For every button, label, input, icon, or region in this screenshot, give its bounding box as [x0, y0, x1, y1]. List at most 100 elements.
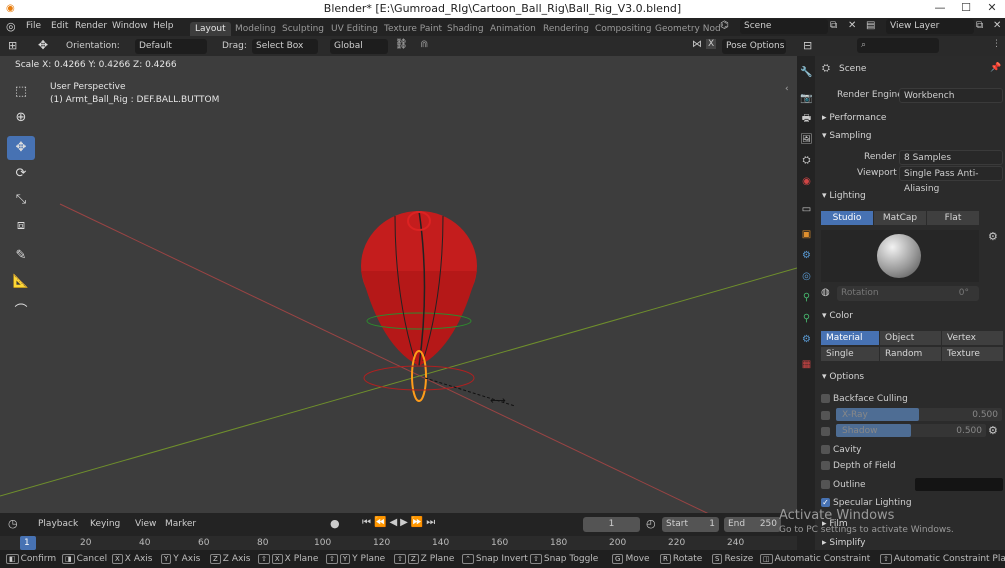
- object-tab-icon[interactable]: ▣: [800, 228, 813, 241]
- pin-icon[interactable]: 📌: [990, 63, 1001, 73]
- lighting-matcap-button[interactable]: MatCap: [874, 211, 926, 225]
- menu-window[interactable]: Window: [112, 21, 148, 31]
- tab-compositing[interactable]: Compositing: [590, 22, 656, 36]
- data-tab-icon[interactable]: ⚲: [800, 312, 813, 325]
- world-space-lighting-icon[interactable]: ◍: [821, 287, 830, 298]
- pose-options-dropdown[interactable]: Pose Options: [722, 39, 786, 54]
- cursor-tool-icon[interactable]: ⊕: [7, 106, 35, 130]
- pivot-point-icon[interactable]: ⛓: [395, 39, 408, 50]
- view-layer-tab-icon[interactable]: 🖼: [800, 133, 813, 146]
- outline-color-swatch[interactable]: [915, 478, 1003, 491]
- collection-tab-icon[interactable]: ▭: [800, 203, 813, 216]
- close-button[interactable]: ✕: [979, 0, 1005, 18]
- playback-controls-icon[interactable]: ⏮⏪◀▶⏩⏭: [362, 517, 438, 528]
- tab-sculpting[interactable]: Sculpting: [277, 22, 329, 36]
- transform-tool-icon[interactable]: ⧈: [7, 214, 35, 238]
- studio-light-preview[interactable]: [821, 230, 979, 282]
- texture-tab-icon[interactable]: ▦: [800, 358, 813, 371]
- tab-geometry-nodes[interactable]: Geometry Nod: [650, 22, 726, 36]
- menu-file[interactable]: File: [26, 21, 41, 31]
- rotation-field[interactable]: Rotation 0°: [837, 286, 979, 301]
- shadow-slider[interactable]: Shadow 0.500: [836, 424, 986, 437]
- keying-menu[interactable]: Keying: [90, 519, 120, 529]
- modifier-tab-icon[interactable]: ⚙: [800, 249, 813, 262]
- new-view-layer-icon[interactable]: ⧉: [976, 20, 983, 31]
- 3d-viewport[interactable]: ⟷ Scale X: 0.4266 Y: 0.4266 Z: 0.4266 Us…: [0, 56, 797, 513]
- pin-menu-icon[interactable]: ⋮: [992, 39, 1001, 49]
- end-frame-field[interactable]: End 250: [724, 517, 781, 532]
- tab-uv-editing[interactable]: UV Editing: [326, 22, 383, 36]
- scene-selector[interactable]: Scene: [740, 19, 828, 34]
- tab-animation[interactable]: Animation: [485, 22, 541, 36]
- rotate-tool-icon[interactable]: ⟳: [7, 162, 35, 186]
- menu-help[interactable]: Help: [153, 21, 174, 31]
- maximize-button[interactable]: ☐: [953, 0, 979, 18]
- color-material-button[interactable]: Material: [821, 331, 879, 345]
- annotate-tool-icon[interactable]: ✎: [7, 244, 35, 268]
- collapse-sidebar-icon[interactable]: ‹: [785, 84, 789, 94]
- shadow-checkbox[interactable]: [821, 427, 830, 436]
- output-tab-icon[interactable]: 🖶: [800, 112, 813, 125]
- scale-tool-icon[interactable]: ⤡: [7, 188, 35, 212]
- tool-tab-icon[interactable]: 🔧: [800, 66, 813, 79]
- menu-edit[interactable]: Edit: [51, 21, 68, 31]
- view-layer-selector[interactable]: View Layer: [886, 19, 974, 34]
- bone-size-tool-icon[interactable]: ⌒: [7, 300, 35, 324]
- timeline-editor-type-icon[interactable]: ◷: [8, 517, 18, 530]
- transform-orientation-dropdown[interactable]: Global: [330, 39, 388, 54]
- measure-tool-icon[interactable]: 📐: [7, 270, 35, 294]
- menu-render[interactable]: Render: [75, 21, 107, 31]
- view-menu[interactable]: View: [135, 519, 156, 529]
- blender-menu-icon[interactable]: ◎: [6, 20, 16, 33]
- lighting-flat-button[interactable]: Flat: [927, 211, 979, 225]
- tab-layout[interactable]: Layout: [190, 22, 231, 36]
- tab-modeling[interactable]: Modeling: [230, 22, 281, 36]
- select-box-tool-icon[interactable]: ⬚: [7, 80, 35, 104]
- start-frame-field[interactable]: Start 1: [662, 517, 719, 532]
- new-scene-icon[interactable]: ⧉: [830, 20, 837, 31]
- viewport-aa-dropdown[interactable]: Single Pass Anti-Aliasing: [899, 166, 1003, 194]
- orientation-dropdown[interactable]: Default: [135, 39, 207, 54]
- xray-slider[interactable]: X-Ray 0.500: [836, 408, 1002, 421]
- move-tool-icon[interactable]: ✥: [7, 136, 35, 160]
- properties-editor-type-icon[interactable]: ⊟: [803, 39, 812, 52]
- drag-dropdown[interactable]: Select Box: [252, 39, 318, 54]
- render-tab-icon[interactable]: 📷: [800, 92, 813, 105]
- tab-shading[interactable]: Shading: [442, 22, 489, 36]
- outline-checkbox[interactable]: [821, 480, 830, 489]
- minimize-button[interactable]: —: [927, 0, 953, 18]
- lighting-studio-button[interactable]: Studio: [821, 211, 873, 225]
- record-icon[interactable]: ●: [330, 517, 340, 530]
- depth-of-field-checkbox[interactable]: [821, 461, 830, 470]
- physics-tab-icon[interactable]: ◎: [800, 270, 813, 283]
- options-panel-header[interactable]: ▾ Options: [822, 372, 864, 382]
- tab-rendering[interactable]: Rendering: [538, 22, 594, 36]
- performance-panel-header[interactable]: ▸ Performance: [822, 113, 886, 123]
- delete-scene-icon[interactable]: ✕: [848, 20, 856, 31]
- world-tab-icon[interactable]: ◉: [800, 175, 813, 188]
- color-texture-button[interactable]: Texture: [942, 347, 1003, 361]
- bone-tab-icon[interactable]: ⚙: [800, 333, 813, 346]
- cavity-checkbox[interactable]: [821, 445, 830, 454]
- x-mirror-button[interactable]: X: [706, 39, 717, 49]
- color-single-button[interactable]: Single: [821, 347, 879, 361]
- specular-lighting-checkbox[interactable]: ✓: [821, 498, 830, 507]
- render-samples-dropdown[interactable]: 8 Samples: [899, 150, 1003, 165]
- color-object-button[interactable]: Object: [880, 331, 941, 345]
- current-frame-field[interactable]: 1: [583, 517, 640, 532]
- color-random-button[interactable]: Random: [880, 347, 941, 361]
- properties-search-input[interactable]: ⌕: [857, 38, 939, 53]
- sampling-panel-header[interactable]: ▾ Sampling: [822, 131, 872, 141]
- lighting-panel-header[interactable]: ▾ Lighting: [822, 191, 866, 201]
- scene-tab-icon[interactable]: ⛭: [800, 154, 813, 167]
- backface-culling-checkbox[interactable]: [821, 394, 830, 403]
- editor-type-icon[interactable]: ⊞: [8, 39, 17, 52]
- constraint-tab-icon[interactable]: ⚲: [800, 291, 813, 304]
- snap-icon[interactable]: ⋒: [420, 39, 428, 50]
- preferences-gear-icon[interactable]: ⚙: [988, 230, 998, 243]
- playback-menu[interactable]: Playback: [38, 519, 78, 529]
- color-vertex-button[interactable]: Vertex: [942, 331, 1003, 345]
- tab-texture-paint[interactable]: Texture Paint: [379, 22, 447, 36]
- render-engine-dropdown[interactable]: Workbench: [899, 88, 1003, 103]
- simplify-panel-header[interactable]: ▸ Simplify: [822, 538, 865, 548]
